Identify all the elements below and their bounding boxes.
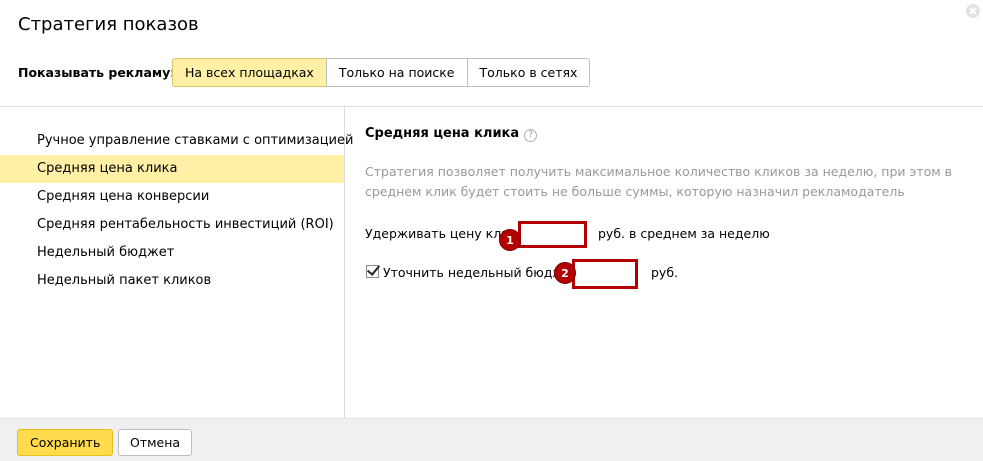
avg-price-unit: руб. в среднем за неделю	[598, 226, 770, 241]
detail-title-text: Средняя цена клика	[365, 126, 520, 141]
annotation-badge-1: 1	[499, 229, 521, 251]
weekly-budget-input[interactable]	[572, 259, 638, 289]
show-ads-label: Показывать рекламу:	[18, 65, 176, 80]
placement-all-button[interactable]: На всех площадках	[172, 58, 327, 87]
annotation-badge-2: 2	[554, 262, 576, 284]
dialog-title: Стратегия показов	[18, 14, 199, 35]
strategy-dialog: Стратегия показов Показывать рекламу: На…	[0, 0, 983, 461]
weekly-budget-label: Уточнить недельный бюджет	[383, 265, 579, 280]
detail-title: Средняя цена клика?	[365, 126, 538, 142]
strategy-item-roi[interactable]: Средняя рентабельность инвестиций (ROI)	[0, 211, 344, 239]
placement-selector: На всех площадках Только на поиске Тольк…	[172, 58, 591, 87]
placement-networks-button[interactable]: Только в сетях	[466, 58, 591, 87]
strategy-item-avg-click-price[interactable]: Средняя цена клика	[0, 155, 344, 183]
dialog-footer: Сохранить Отмена	[0, 418, 983, 461]
strategy-list: Ручное управление ставками с оптимизацие…	[0, 127, 353, 295]
detail-description: Стратегия позволяет получить максимально…	[365, 164, 953, 199]
weekly-budget-unit: руб.	[651, 265, 679, 280]
weekly-budget-checkbox[interactable]	[366, 265, 379, 278]
close-icon[interactable]	[966, 4, 980, 18]
strategy-item-manual[interactable]: Ручное управление ставками с оптимизацие…	[0, 127, 353, 155]
strategy-item-weekly-budget[interactable]: Недельный бюджет	[0, 239, 344, 267]
placement-search-button[interactable]: Только на поиске	[325, 58, 468, 87]
avg-price-input[interactable]	[518, 221, 587, 248]
cancel-button[interactable]: Отмена	[118, 429, 193, 456]
header-divider	[0, 106, 983, 107]
save-button[interactable]: Сохранить	[17, 429, 114, 456]
help-icon[interactable]: ?	[524, 129, 538, 142]
strategy-item-weekly-clicks[interactable]: Недельный пакет кликов	[0, 267, 344, 295]
strategy-item-avg-conversion-price[interactable]: Средняя цена конверсии	[0, 183, 344, 211]
